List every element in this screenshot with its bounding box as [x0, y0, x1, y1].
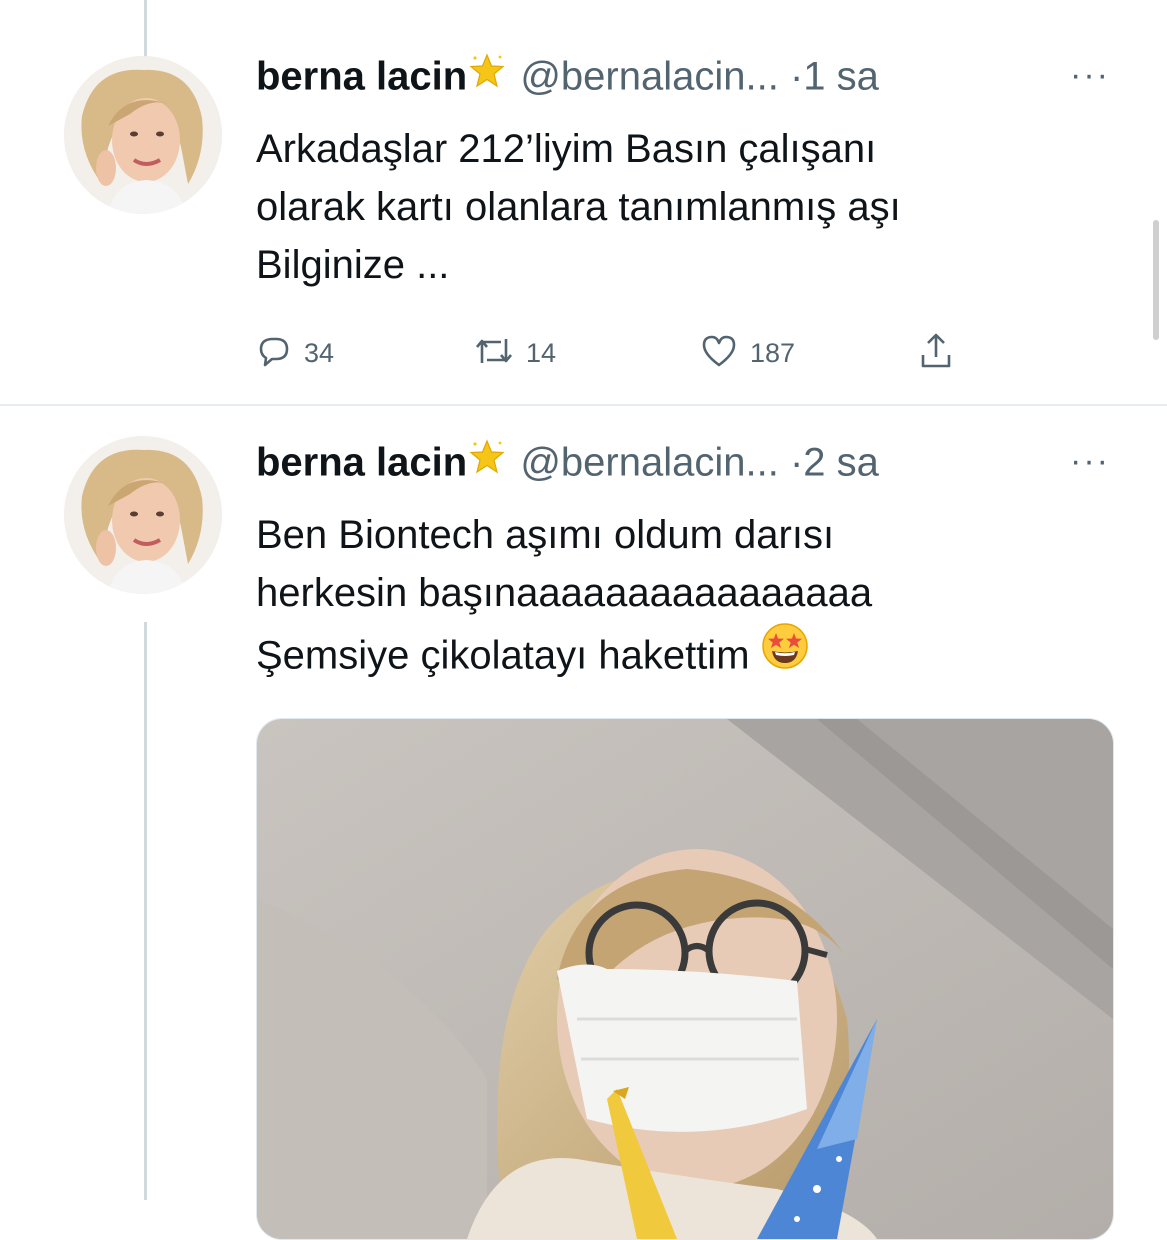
timestamp[interactable]: 1 sa [803, 55, 879, 99]
tweet-actions: 34 14 187 [256, 330, 986, 376]
handle[interactable]: @bernalacin... [520, 55, 779, 99]
tweet-text-line: Şemsiye çikolatayı hakettim [256, 633, 750, 678]
tweet-header: berna lacin @bernalacin... ·1 sa [256, 52, 879, 106]
tweet-header: berna lacin @bernalacin... ·2 sa [256, 438, 879, 492]
tweet-photo[interactable] [256, 718, 1114, 1240]
tweet-text-line: olarak kartı olanlara tanımlanmış aşı [256, 185, 901, 229]
share-button[interactable] [918, 330, 954, 376]
like-button[interactable]: 187 [700, 330, 795, 376]
reply-icon [256, 333, 292, 374]
star-struck-emoji [761, 622, 809, 686]
reply-button[interactable]: 34 [256, 330, 334, 376]
handle[interactable]: @bernalacin... [520, 441, 779, 485]
author-name[interactable]: berna lacin [256, 55, 467, 99]
tweet[interactable]: berna lacin @bernalacin... ·2 sa ··· Ben… [0, 406, 1167, 1240]
separator: · [789, 54, 804, 99]
like-icon [700, 333, 738, 374]
separator: · [789, 440, 804, 485]
retweet-button[interactable]: 14 [474, 330, 556, 376]
tweet-text-line: herkesin başınaaaaaaaaaaaaaaaa [256, 571, 873, 615]
timestamp[interactable]: 2 sa [803, 441, 879, 485]
tweet-text-line-with-emoji: Şemsiye çikolatayı hakettim [256, 622, 1116, 694]
avatar[interactable] [64, 436, 222, 594]
glowing-star-icon [469, 438, 505, 486]
like-count: 187 [750, 337, 796, 368]
tweet-text: Ben Biontech aşımı oldum darısı herkesin… [256, 506, 1116, 694]
retweet-count: 14 [526, 337, 557, 368]
tweet[interactable]: berna lacin @bernalacin... ·1 sa ··· Ark… [0, 0, 1167, 404]
retweet-icon [474, 333, 514, 374]
glowing-star-icon [469, 52, 505, 100]
more-options-icon[interactable]: ··· [1070, 442, 1110, 481]
author-name[interactable]: berna lacin [256, 441, 467, 485]
tweet-text-line: Ben Biontech aşımı oldum darısı [256, 513, 835, 557]
reply-count: 34 [304, 337, 335, 368]
tweet-text-line: Arkadaşlar 212’liyim Basın çalışanı [256, 127, 877, 171]
share-icon [918, 331, 954, 376]
tweet-text: Arkadaşlar 212’liyim Basın çalışanı olar… [256, 120, 1116, 294]
tweet-text-line: Bilginize ... [256, 243, 450, 287]
avatar[interactable] [64, 56, 222, 214]
more-options-icon[interactable]: ··· [1070, 56, 1110, 95]
